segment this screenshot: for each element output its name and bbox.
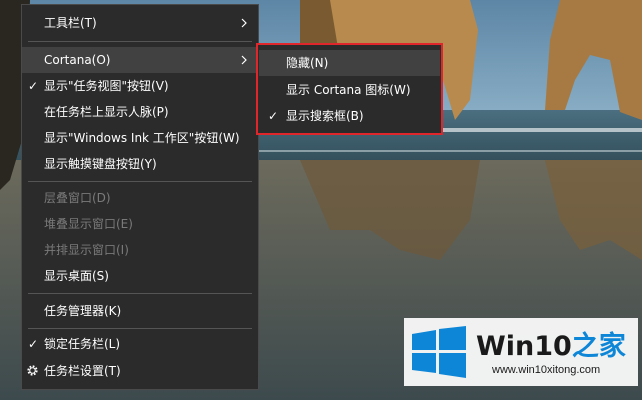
menu-item-toolbars[interactable]: 工具栏(T) — [22, 10, 258, 36]
menu-item-label: 在任务栏上显示人脉(P) — [44, 105, 169, 119]
check-icon: ✓ — [28, 337, 39, 351]
menu-item-label: 任务管理器(K) — [44, 304, 122, 318]
menu-item-show-windows-ink[interactable]: 显示"Windows Ink 工作区"按钮(W) — [22, 125, 258, 151]
watermark-url: www.win10xitong.com — [492, 364, 601, 376]
submenu-item-hidden[interactable]: 隐藏(N) — [259, 50, 440, 76]
windows-logo-icon — [412, 326, 466, 378]
menu-item-cortana[interactable]: Cortana(O) — [22, 47, 258, 73]
chevron-right-icon — [241, 55, 247, 65]
menu-item-side-by-side-windows: 并排显示窗口(I) — [22, 237, 258, 263]
submenu-item-label: 显示搜索框(B) — [286, 109, 364, 123]
menu-item-label: 显示桌面(S) — [44, 269, 109, 283]
menu-item-label: Cortana(O) — [44, 53, 111, 67]
menu-item-label: 显示触摸键盘按钮(Y) — [44, 157, 157, 171]
watermark-title-main: Win10 — [476, 331, 572, 362]
menu-item-label: 工具栏(T) — [44, 16, 97, 30]
gear-icon — [27, 365, 38, 376]
submenu-item-label: 隐藏(N) — [286, 56, 329, 70]
menu-item-label: 并排显示窗口(I) — [44, 243, 129, 257]
menu-item-label: 任务栏设置(T) — [44, 364, 121, 378]
menu-separator — [28, 41, 252, 42]
chevron-right-icon — [241, 18, 247, 28]
watermark-title-accent: 之家 — [571, 331, 626, 362]
menu-item-stack-windows: 堆叠显示窗口(E) — [22, 211, 258, 237]
menu-item-lock-taskbar[interactable]: ✓ 锁定任务栏(L) — [22, 331, 258, 357]
menu-separator — [28, 181, 252, 182]
menu-item-label: 堆叠显示窗口(E) — [44, 217, 133, 231]
cortana-submenu: 隐藏(N) 显示 Cortana 图标(W) ✓ 显示搜索框(B) — [256, 43, 443, 135]
submenu-item-show-cortana-icon[interactable]: 显示 Cortana 图标(W) — [259, 77, 440, 103]
taskbar-context-menu: 工具栏(T) Cortana(O) ✓ 显示"任务视图"按钮(V) 在任务栏上显… — [21, 4, 259, 390]
submenu-item-label: 显示 Cortana 图标(W) — [286, 83, 411, 97]
submenu-item-show-search-box[interactable]: ✓ 显示搜索框(B) — [259, 103, 440, 129]
menu-item-label: 层叠窗口(D) — [44, 191, 111, 205]
watermark-logo: Win10之家 www.win10xitong.com — [404, 318, 638, 386]
menu-separator — [28, 293, 252, 294]
check-icon: ✓ — [28, 79, 39, 93]
menu-item-show-desktop[interactable]: 显示桌面(S) — [22, 263, 258, 289]
menu-item-cascade-windows: 层叠窗口(D) — [22, 185, 258, 211]
check-icon: ✓ — [268, 109, 279, 123]
menu-item-label: 显示"Windows Ink 工作区"按钮(W) — [44, 131, 240, 145]
menu-item-task-manager[interactable]: 任务管理器(K) — [22, 298, 258, 324]
menu-item-label: 显示"任务视图"按钮(V) — [44, 79, 169, 93]
menu-item-label: 锁定任务栏(L) — [44, 337, 121, 351]
menu-separator — [28, 328, 252, 329]
watermark-title: Win10之家 — [476, 324, 626, 363]
menu-item-show-touch-keyboard[interactable]: 显示触摸键盘按钮(Y) — [22, 151, 258, 177]
menu-item-taskbar-settings[interactable]: 任务栏设置(T) — [22, 358, 258, 384]
menu-item-show-people[interactable]: 在任务栏上显示人脉(P) — [22, 99, 258, 125]
menu-item-show-task-view[interactable]: ✓ 显示"任务视图"按钮(V) — [22, 73, 258, 99]
